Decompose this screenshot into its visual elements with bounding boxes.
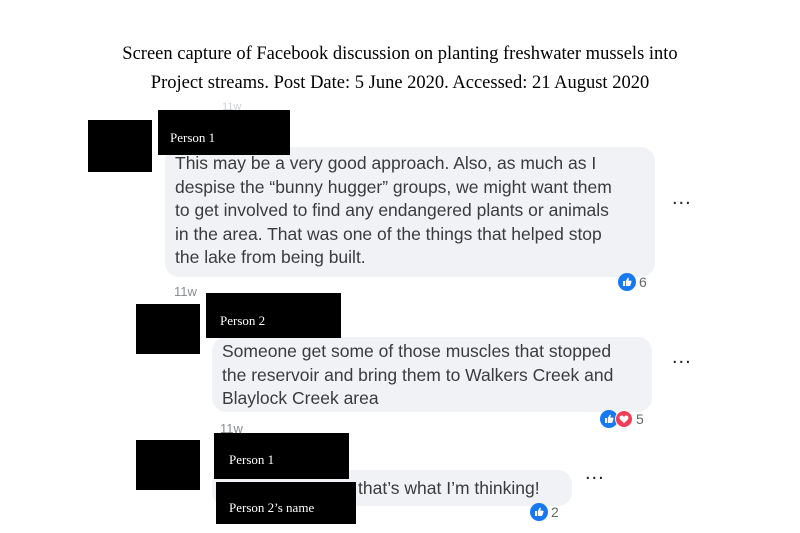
avatar-redacted[interactable] <box>136 440 200 490</box>
like-icon <box>618 273 636 291</box>
author-name: Person 1 <box>170 130 216 145</box>
more-options-button[interactable]: ... <box>672 347 692 367</box>
comment-bubble: Someone get some of those muscles that s… <box>212 337 652 412</box>
like-icon <box>530 503 548 521</box>
comment-timestamp[interactable]: 11w <box>174 284 197 299</box>
reaction-count: 6 <box>639 274 647 290</box>
avatar-redacted[interactable] <box>136 304 200 354</box>
comment-text-line: in the area. That was one of the things … <box>175 223 602 244</box>
reaction-icons <box>600 410 633 428</box>
reaction-count: 5 <box>636 411 644 427</box>
caption: Screen capture of Facebook discussion on… <box>40 40 760 98</box>
comment-text-line: the lake from being built. <box>175 247 366 267</box>
caption-line-2: Project streams. Post Date: 5 June 2020.… <box>150 73 650 93</box>
comment-text-line: despise the “bunny hugger” groups, we mi… <box>175 176 612 197</box>
reaction-summary[interactable]: 6 <box>618 273 647 291</box>
avatar-redacted[interactable] <box>88 120 152 172</box>
more-options-button[interactable]: ... <box>672 188 692 208</box>
comment-text-line: Blaylock Creek area <box>222 388 379 408</box>
caption-line-1: Screen capture of Facebook discussion on… <box>122 44 678 64</box>
more-options-button[interactable]: ... <box>585 463 605 483</box>
comment-text-line: This may be a very good approach. Also, … <box>175 153 597 173</box>
reaction-summary[interactable]: 5 <box>600 410 644 428</box>
comment-text-line: to get involved to find any endangered p… <box>175 200 609 220</box>
author-name: Person 1 <box>229 452 275 467</box>
love-icon <box>615 410 633 428</box>
comment-text: that’s what I’m thinking! <box>358 478 540 498</box>
mention-name: Person 2’s name <box>229 500 315 515</box>
comment-text-line: the reservoir and bring them to Walkers … <box>222 364 614 385</box>
comment-text-line: Someone get some of those muscles that s… <box>222 341 612 361</box>
reaction-summary[interactable]: 2 <box>530 503 559 521</box>
author-name: Person 2 <box>220 313 266 328</box>
comment-bubble: This may be a very good approach. Also, … <box>165 147 655 277</box>
reaction-count: 2 <box>551 504 559 520</box>
